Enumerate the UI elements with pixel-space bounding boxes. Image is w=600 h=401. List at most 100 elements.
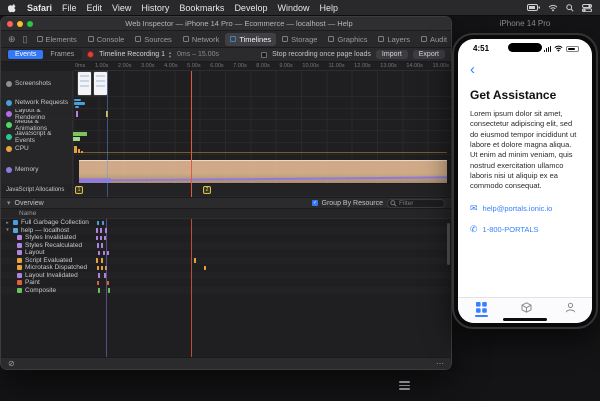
tab-products[interactable] — [521, 302, 532, 313]
frames-segment[interactable]: Frames — [43, 50, 81, 59]
instrument-row-memory[interactable]: Memory — [1, 155, 451, 185]
export-button[interactable]: Export — [413, 50, 445, 59]
recording-stepper-icon[interactable]: ▲▼ — [168, 51, 172, 58]
memory-track[interactable] — [73, 155, 451, 184]
events-table[interactable]: ▸ Full Garbage Collection ▾ help — local… — [1, 219, 451, 357]
js-allocations-row[interactable]: JavaScript Allocations 1 2 — [1, 184, 451, 197]
cpu-track[interactable] — [73, 143, 451, 154]
battery-icon — [527, 4, 540, 11]
screenshot-thumbnail[interactable] — [94, 72, 107, 95]
tab-layers[interactable]: Layers — [373, 33, 415, 46]
tab-sources[interactable]: Sources — [130, 33, 177, 46]
menu-item-edit[interactable]: Edit — [87, 3, 103, 13]
body-text: Lorem ipsum dolor sit amet, consectetur … — [470, 109, 580, 192]
overview-label: Overview — [15, 200, 44, 207]
instrument-row-screenshots[interactable]: Screenshots — [1, 71, 451, 97]
tab-console[interactable]: Console — [83, 33, 130, 46]
media-track[interactable] — [73, 120, 451, 130]
menu-item-view[interactable]: View — [112, 3, 131, 13]
menu-item-file[interactable]: File — [62, 3, 77, 13]
js-allocations-track[interactable]: 1 2 — [73, 184, 451, 196]
time-ruler[interactable]: 0ms1.00s2.00s3.00s4.00s5.00s6.00s7.00s8.… — [73, 62, 451, 71]
instrument-row-javascript[interactable]: JavaScript & Events — [1, 131, 451, 143]
layout-invalidated-icon — [17, 273, 22, 278]
group-by-resource-checkbox[interactable] — [312, 200, 318, 206]
network-track[interactable] — [73, 97, 451, 108]
layout-track[interactable] — [73, 109, 451, 119]
table-row[interactable]: ▾ help — localhost — [1, 227, 451, 235]
window-title-bar[interactable]: Web Inspector — iPhone 14 Pro — Ecommerc… — [1, 17, 451, 31]
instrument-row-layout[interactable]: Layout & Rendering — [1, 109, 451, 120]
table-row[interactable]: Styles Recalculated — [1, 242, 451, 250]
control-center-icon[interactable] — [582, 4, 592, 12]
tab-storage[interactable]: Storage — [277, 33, 322, 46]
timelines-icon — [230, 36, 236, 42]
screenshots-track[interactable] — [73, 71, 451, 96]
table-row[interactable]: Styles Invalidated — [1, 234, 451, 242]
instrument-row-cpu[interactable]: CPU — [1, 143, 451, 155]
chevron-down-icon[interactable]: ▾ — [5, 227, 10, 233]
menu-item-help[interactable]: Help — [319, 3, 338, 13]
table-row[interactable]: Layout Invalidated — [1, 272, 451, 280]
table-row[interactable]: Composite — [1, 287, 451, 295]
email-link[interactable]: ✉ help@portals.ionic.io — [470, 204, 580, 213]
minimize-window-button[interactable] — [17, 21, 23, 27]
inspector-bottom-bar: ⊘ ⋯ — [1, 357, 451, 369]
stop-recording-checkbox[interactable] — [261, 52, 267, 58]
timeline-toolbar: Events Frames Timeline Recording 1 ▲▼ 0m… — [1, 48, 451, 62]
tab-apps[interactable] — [475, 302, 488, 317]
cube-icon — [521, 302, 532, 313]
current-time-marker[interactable] — [191, 71, 192, 197]
home-indicator[interactable] — [503, 318, 547, 321]
script-evaluated-icon — [17, 258, 22, 263]
chevron-right-icon[interactable]: ▸ — [5, 220, 10, 226]
graphics-icon — [328, 36, 334, 42]
more-options-icon[interactable]: ⋯ — [436, 359, 444, 368]
cpu-baseline — [79, 152, 447, 154]
menu-item-safari[interactable]: Safari — [27, 3, 52, 13]
menu-item-window[interactable]: Window — [277, 3, 309, 13]
tab-network[interactable]: Network — [178, 33, 225, 46]
tab-graphics[interactable]: Graphics — [323, 33, 372, 46]
inspect-element-icon[interactable]: ⊕ — [5, 35, 19, 44]
javascript-track[interactable] — [73, 131, 451, 142]
phone-link[interactable]: ✆ 1-800-PORTALS — [470, 225, 580, 234]
tab-account[interactable] — [565, 302, 576, 313]
menu-item-bookmarks[interactable]: Bookmarks — [179, 3, 224, 13]
apple-menu-icon[interactable] — [8, 3, 17, 13]
tab-elements[interactable]: Elements — [32, 33, 82, 46]
table-header[interactable]: Name — [1, 209, 451, 219]
vertical-scrollbar[interactable] — [447, 223, 450, 265]
heap-snapshot-badge[interactable]: 1 — [75, 186, 83, 194]
heap-snapshot-badge[interactable]: 2 — [203, 186, 211, 194]
instrument-row-media[interactable]: Media & Animations — [1, 120, 451, 131]
phone-icon: ✆ — [470, 225, 478, 234]
import-button[interactable]: Import — [376, 50, 408, 59]
composite-icon — [17, 288, 22, 293]
instrument-row-network[interactable]: Network Requests — [1, 97, 451, 109]
window-title: Web Inspector — iPhone 14 Pro — Ecommerc… — [33, 19, 445, 28]
table-row[interactable]: Layout — [1, 249, 451, 257]
timeline-overview-graphs[interactable]: 0ms1.00s2.00s3.00s4.00s5.00s6.00s7.00s8.… — [1, 62, 451, 197]
table-row[interactable]: Microtask Dispatched — [1, 264, 451, 272]
back-button[interactable]: ‹ — [470, 65, 475, 74]
table-row[interactable]: Script Evaluated — [1, 257, 451, 265]
clear-icon[interactable]: ⊘ — [8, 359, 15, 368]
menu-item-develop[interactable]: Develop — [234, 3, 267, 13]
events-segment[interactable]: Events — [8, 50, 43, 59]
table-row[interactable]: Paint — [1, 279, 451, 287]
tab-audit[interactable]: Audit — [416, 33, 452, 46]
layout-rendering-icon — [6, 111, 12, 117]
page-title: Get Assistance — [470, 88, 580, 102]
tab-timelines[interactable]: Timelines — [225, 33, 276, 46]
record-button[interactable] — [87, 51, 94, 58]
menu-item-history[interactable]: History — [141, 3, 169, 13]
table-row[interactable]: ▸ Full Garbage Collection — [1, 219, 451, 227]
overview-disclosure-icon[interactable]: ▾ — [7, 199, 11, 207]
recording-picker[interactable]: Timeline Recording 1 ▲▼ — [99, 51, 172, 58]
search-icon[interactable] — [566, 4, 574, 12]
device-icon[interactable]: ▯ — [20, 35, 31, 44]
name-column-header[interactable]: Name — [19, 210, 36, 217]
close-window-button[interactable] — [7, 21, 13, 27]
screenshot-thumbnail[interactable] — [78, 72, 91, 95]
